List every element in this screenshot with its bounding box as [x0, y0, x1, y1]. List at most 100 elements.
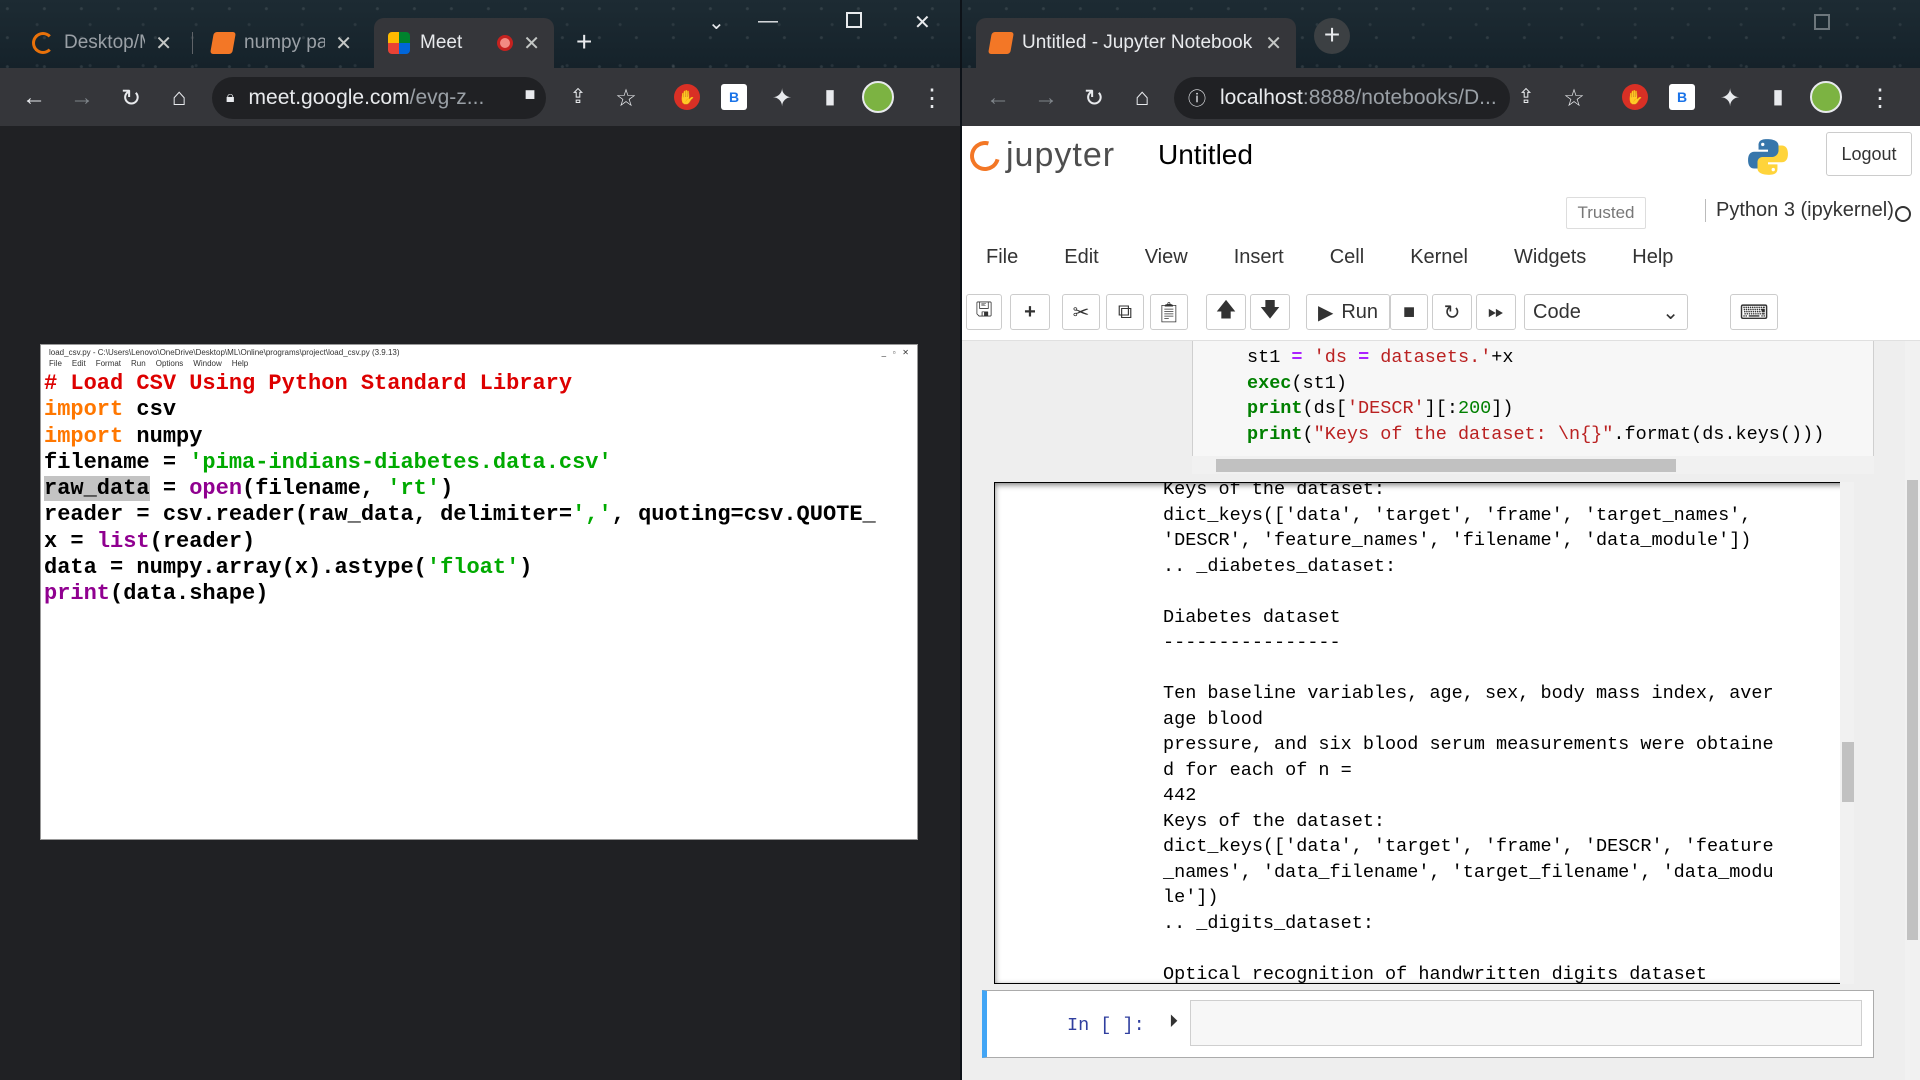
restart-run-all-button[interactable]: ⏩︎ [1476, 294, 1516, 330]
extensions-puzzle-icon[interactable]: ✦ [1716, 84, 1744, 113]
shared-idle-editor: load_csv.py - C:\Users\Lenovo\OneDrive\D… [40, 344, 918, 840]
insert-cell-button[interactable]: + [1010, 294, 1050, 330]
save-icon: 🖫︎ [975, 299, 993, 321]
tab-separator [192, 32, 193, 54]
adblock-extension-icon[interactable]: ✋ [1622, 84, 1648, 110]
back-icon[interactable]: ← [20, 84, 48, 112]
cell-type-select[interactable]: Code ⌄ [1524, 294, 1688, 330]
code-line: reader = csv.reader(raw_data, delimiter=… [44, 502, 876, 528]
home-icon[interactable]: ⌂ [1128, 84, 1156, 112]
home-icon[interactable]: ⌂ [165, 84, 193, 112]
save-button[interactable]: 🖫︎ [966, 294, 1002, 330]
reload-icon[interactable]: ↻ [117, 84, 145, 113]
tab-jupyter[interactable]: Untitled - Jupyter Notebook ✕ [976, 18, 1296, 68]
forward-icon[interactable]: → [1032, 84, 1060, 112]
cell-input-text: st1 = 'ds = datasets.'+x exec(st1) print(d… [1193, 341, 1873, 447]
move-down-button[interactable]: 🡇 [1250, 294, 1290, 330]
close-tab-icon[interactable]: ✕ [1265, 31, 1282, 56]
editor-menubar: File Edit Format Run Options Window Help [49, 359, 249, 368]
maximize-icon[interactable] [1814, 14, 1830, 30]
menu-kernel[interactable]: Kernel [1386, 246, 1490, 276]
editor-code-area: # Load CSV Using Python Standard Library… [41, 371, 917, 608]
side-panel-icon[interactable]: ▮ [1764, 84, 1792, 109]
play-icon: ▶ [1317, 301, 1334, 324]
chevron-down-icon: ⌄ [1662, 301, 1679, 324]
forward-icon[interactable]: → [68, 84, 96, 112]
b-extension-icon[interactable]: B [721, 84, 747, 110]
trusted-indicator[interactable]: Trusted [1566, 197, 1646, 229]
lock-icon: 🔒︎ [226, 89, 235, 106]
address-bar[interactable]: 🔒︎ meet.google.com/evg-z... [212, 77, 546, 119]
code-line: print("Keys of the dataset: \n{}".format… [1247, 423, 1825, 445]
browser-menu-icon[interactable]: ⋮ [1868, 84, 1892, 113]
horizontal-scroll-thumb[interactable] [1216, 459, 1676, 472]
tab-meet[interactable]: Meet ✕ [374, 18, 554, 68]
plus-icon: + [1024, 300, 1036, 323]
logout-button[interactable]: Logout [1826, 132, 1912, 176]
copy-button[interactable]: ⧉ [1106, 294, 1144, 330]
browser-menu-icon[interactable]: ⋮ [920, 84, 944, 113]
tab-search-icon[interactable]: ⌄ [708, 10, 725, 35]
move-up-button[interactable]: 🡅 [1206, 294, 1246, 330]
menu-file[interactable]: File [962, 246, 1040, 276]
reload-icon[interactable]: ↻ [1080, 84, 1108, 113]
minimize-icon[interactable]: — [758, 10, 778, 33]
output-scroll-thumb[interactable] [1842, 742, 1854, 802]
b-extension-icon[interactable]: B [1669, 84, 1695, 110]
cell-input-code[interactable]: st1 = 'ds = datasets.'+x exec(st1) print(d… [1192, 341, 1874, 462]
adblock-extension-icon[interactable]: ✋ [674, 84, 700, 110]
code-line: import csv [44, 397, 177, 423]
bookmark-star-icon[interactable]: ☆ [1560, 84, 1588, 113]
tab-numpy[interactable]: numpy pa ✕ [198, 18, 366, 68]
code-line: x = list(reader) [44, 528, 256, 554]
close-tab-icon[interactable]: ✕ [523, 31, 540, 56]
close-tab-icon[interactable]: ✕ [155, 31, 172, 56]
profile-avatar[interactable] [1810, 81, 1842, 113]
empty-code-cell[interactable]: In [ ]: ⏵ [982, 990, 1874, 1058]
tab-desktop[interactable]: Desktop/M ✕ [18, 18, 186, 68]
kernel-name: Python 3 (ipykernel) [1705, 199, 1894, 222]
menu-widgets[interactable]: Widgets [1490, 246, 1608, 276]
editor-window-controls: _ ▫ ✕ [881, 348, 909, 357]
page-scroll-thumb[interactable] [1907, 480, 1918, 940]
menu-edit[interactable]: Edit [1040, 246, 1120, 276]
code-line: import numpy [44, 423, 203, 449]
close-window-icon[interactable]: ✕ [914, 10, 931, 35]
maximize-icon[interactable] [846, 12, 862, 28]
recording-icon [497, 35, 514, 51]
output-scrollbar[interactable] [1840, 482, 1854, 984]
share-icon[interactable]: ⇪ [564, 84, 592, 109]
back-icon[interactable]: ← [984, 84, 1012, 112]
copy-icon: ⧉ [1117, 300, 1133, 323]
menu-view[interactable]: View [1121, 246, 1210, 276]
restart-button[interactable]: ↻ [1432, 294, 1472, 330]
code-line: # Load CSV Using Python Standard Library [44, 371, 573, 396]
cell-input-field[interactable] [1190, 1000, 1862, 1046]
run-button[interactable]: ▶ Run [1306, 294, 1390, 330]
interrupt-button[interactable]: ■ [1390, 294, 1428, 330]
code-line: exec(st1) [1247, 372, 1347, 394]
side-panel-icon[interactable]: ▮ [816, 84, 844, 109]
notebook-menubar: File Edit View Insert Cell Kernel Widget… [962, 246, 1920, 276]
fast-forward-icon: ⏩︎ [1488, 300, 1504, 323]
bookmark-star-icon[interactable]: ☆ [612, 84, 640, 113]
command-palette-button[interactable]: ⌨ [1730, 294, 1778, 330]
run-cell-icon[interactable]: ⏵ [1169, 1011, 1178, 1032]
address-bar[interactable]: ⓘ localhost:8888/notebooks/D... [1174, 77, 1510, 119]
share-icon[interactable]: ⇪ [1512, 84, 1540, 109]
paste-button[interactable]: 📋︎ [1150, 294, 1188, 330]
camera-icon[interactable]: ■ [516, 84, 544, 105]
cut-button[interactable]: ✂ [1062, 294, 1100, 330]
close-tab-icon[interactable]: ✕ [335, 31, 352, 56]
menu-insert[interactable]: Insert [1210, 246, 1306, 276]
new-tab-button[interactable]: + [576, 26, 592, 58]
profile-avatar[interactable] [862, 81, 894, 113]
menu-help[interactable]: Help [1608, 246, 1695, 276]
jupyter-logo[interactable]: jupyter [964, 135, 1115, 176]
new-tab-button[interactable]: + [1314, 18, 1350, 54]
jupyter-header: jupyter Untitled Logout [962, 126, 1920, 196]
menu-cell[interactable]: Cell [1306, 246, 1386, 276]
code-line: filename = 'pima-indians-diabetes.data.c… [44, 449, 612, 475]
notebook-name[interactable]: Untitled [1158, 139, 1253, 171]
extensions-puzzle-icon[interactable]: ✦ [768, 84, 796, 113]
